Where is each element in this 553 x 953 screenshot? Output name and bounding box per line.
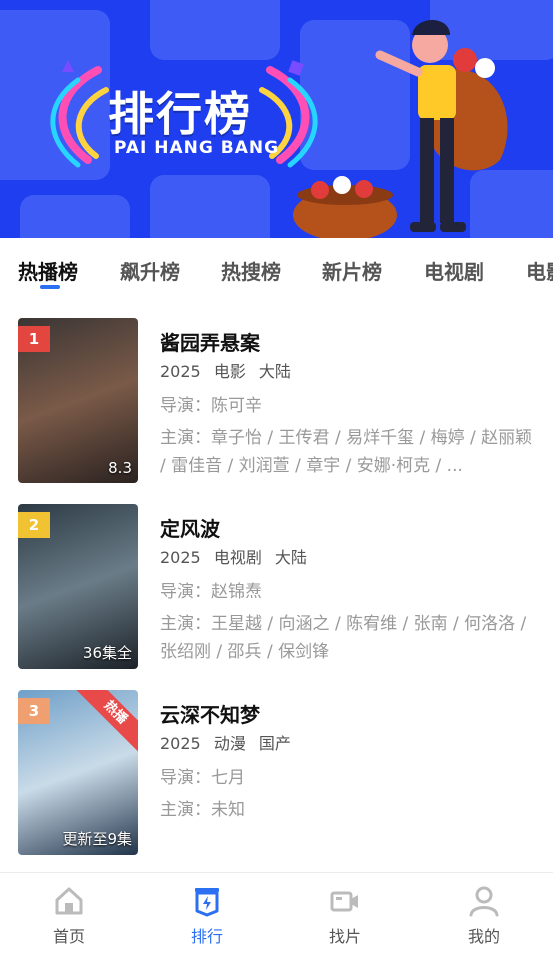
item-type: 动漫 <box>213 734 246 753</box>
rank-badge: 3 <box>18 698 50 724</box>
hot-badge: 热播 <box>75 690 138 753</box>
tab-hot-play[interactable]: 热播榜 <box>18 256 78 285</box>
item-cast: 主演：王星越 / 向涵之 / 陈宥维 / 张南 / 何洛洛 / 张绍刚 / 邵兵… <box>160 614 527 662</box>
item-title[interactable]: 云深不知梦 <box>160 700 535 730</box>
nav-ranking[interactable]: 排行 <box>167 885 247 947</box>
active-tab-indicator <box>40 285 60 289</box>
item-meta: 2025 电视剧 大陆 <box>160 546 535 570</box>
item-cast: 主演：未知 <box>160 800 245 820</box>
nav-home-label: 首页 <box>52 927 85 946</box>
ranking-tabs: 热播榜 飙升榜 热搜榜 新片榜 电视剧 电影 <box>0 238 553 300</box>
rank-badge: 2 <box>18 512 50 538</box>
tab-hot-search[interactable]: 热搜榜 <box>221 256 281 285</box>
item-title[interactable]: 定风波 <box>160 514 535 544</box>
list-item[interactable]: 3 热播 更新至9集 云深不知梦 2025 动漫 国产 导演：七月 主演：未知 <box>0 690 553 860</box>
home-icon <box>55 887 83 915</box>
item-title[interactable]: 酱园弄悬案 <box>160 328 535 358</box>
nav-profile-label: 我的 <box>467 927 500 946</box>
ranking-icon <box>195 888 219 917</box>
item-region: 国产 <box>258 734 291 753</box>
item-meta: 2025 电影 大陆 <box>160 360 535 384</box>
rank-badge: 1 <box>18 326 50 352</box>
item-director: 导演：七月 <box>160 768 245 788</box>
video-camera-icon <box>330 891 358 912</box>
item-region: 大陆 <box>274 548 307 567</box>
poster-episodes: 更新至9集 <box>62 830 132 848</box>
banner-title: 排行榜 <box>108 87 252 141</box>
poster-episodes: 36集全 <box>82 644 132 662</box>
item-year: 2025 <box>160 362 201 381</box>
tab-movie[interactable]: 电影 <box>526 256 553 285</box>
bottom-nav: 首页 排行 找片 我的 <box>0 872 553 953</box>
app-root: 排行榜 PAI HANG BANG 热播榜 飙升榜 热搜榜 新片榜 电视剧 电 … <box>0 0 553 953</box>
item-meta: 2025 动漫 国产 <box>160 732 535 756</box>
banner-subtitle: PAI HANG BANG <box>114 138 280 158</box>
poster-image[interactable]: 2 36集全 <box>18 504 138 669</box>
poster-image[interactable]: 3 热播 更新至9集 <box>18 690 138 855</box>
tab-rising[interactable]: 飙升榜 <box>120 256 180 285</box>
nav-home[interactable]: 首页 <box>29 885 109 947</box>
nav-profile[interactable]: 我的 <box>444 885 524 947</box>
poster-image[interactable]: 1 8.3 <box>18 318 138 483</box>
item-director: 导演：赵锦焘 <box>160 582 262 602</box>
item-region: 大陆 <box>258 362 291 381</box>
banner-illustration <box>293 20 508 238</box>
nav-find-movie[interactable]: 找片 <box>305 885 385 947</box>
poster-score: 8.3 <box>108 459 132 477</box>
item-type: 电影 <box>213 362 246 381</box>
nav-find-movie-label: 找片 <box>328 927 361 946</box>
item-year: 2025 <box>160 734 201 753</box>
item-year: 2025 <box>160 548 201 567</box>
user-icon <box>469 886 499 917</box>
ranking-banner: 排行榜 PAI HANG BANG <box>0 0 553 238</box>
item-cast: 主演：章子怡 / 王传君 / 易烊千玺 / 梅婷 / 赵丽颖 / 雷佳音 / 刘… <box>160 428 533 476</box>
item-type: 电视剧 <box>213 548 262 567</box>
list-item[interactable]: 1 8.3 酱园弄悬案 2025 电影 大陆 导演：陈可辛 主演：章子怡 / 王… <box>0 318 553 488</box>
list-item[interactable]: 2 36集全 定风波 2025 电视剧 大陆 导演：赵锦焘 主演：王星越 / 向… <box>0 504 553 674</box>
tab-tv-series[interactable]: 电视剧 <box>424 256 484 285</box>
tab-new-release[interactable]: 新片榜 <box>322 256 382 285</box>
item-director: 导演：陈可辛 <box>160 396 262 416</box>
nav-ranking-label: 排行 <box>190 927 223 946</box>
banner-confetti-left-icon <box>50 60 109 168</box>
